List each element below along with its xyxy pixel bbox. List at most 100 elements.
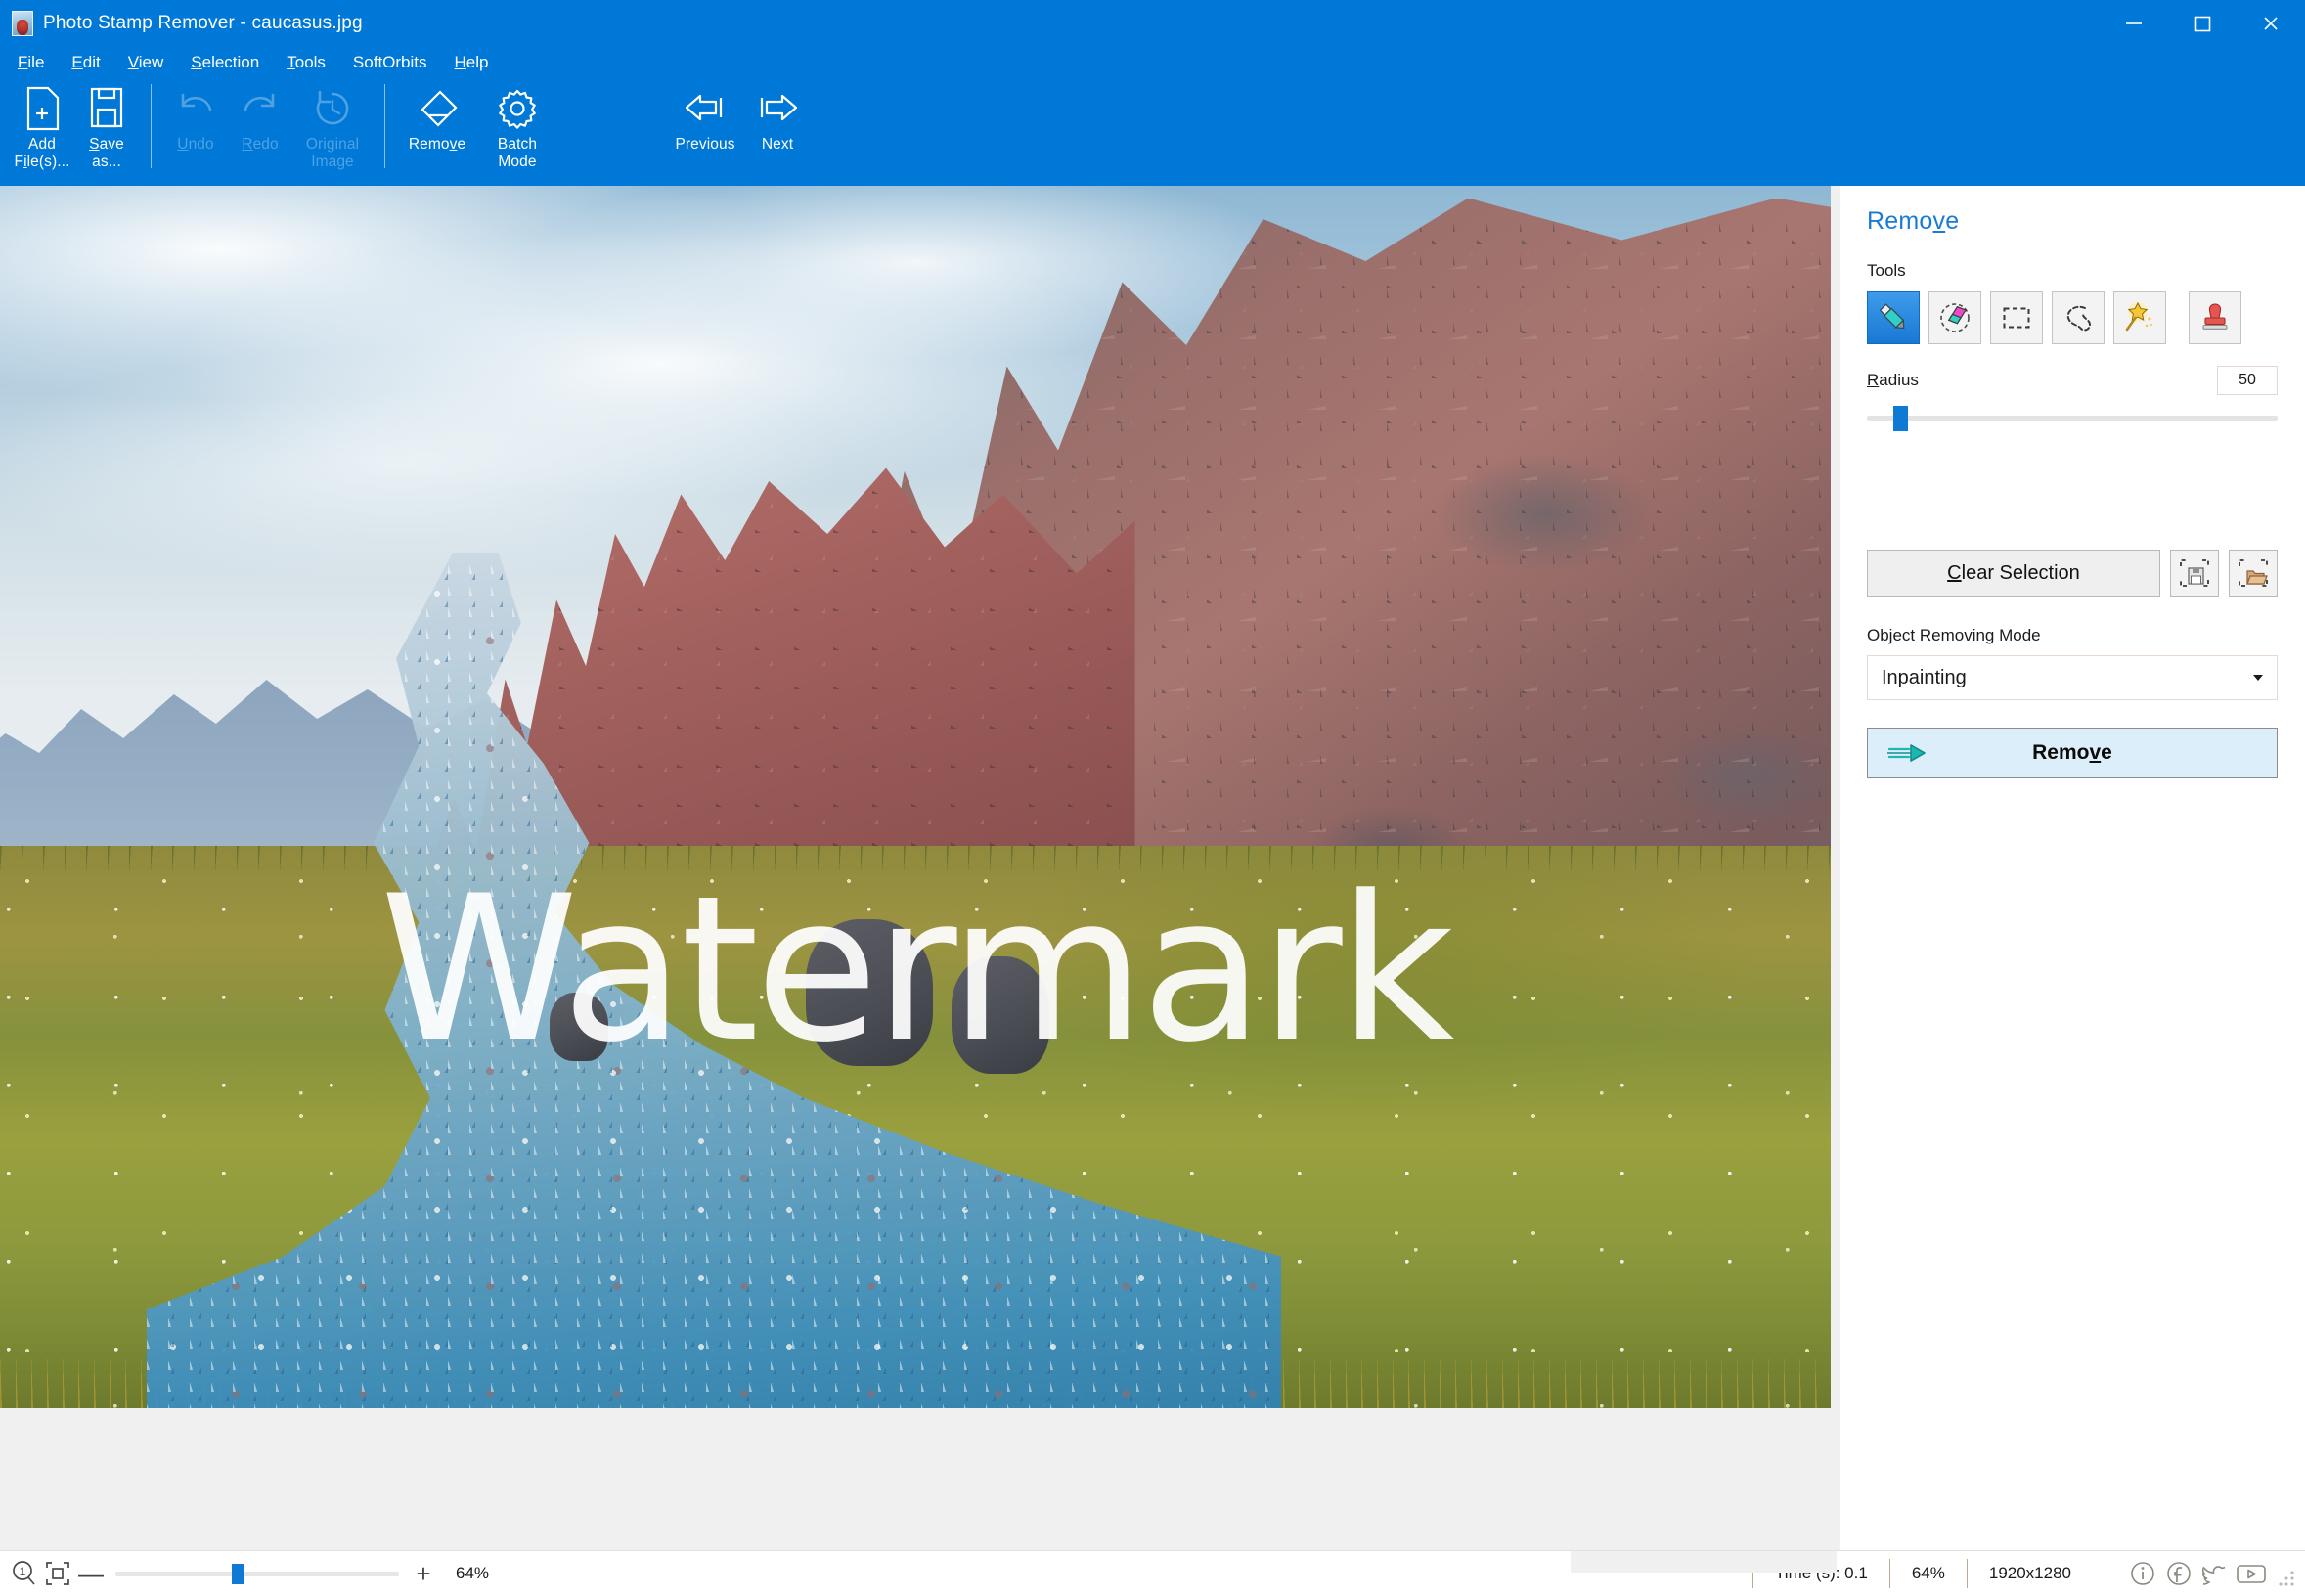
youtube-icon[interactable] (2235, 1557, 2268, 1590)
photo-preview[interactable]: Watermark (0, 186, 1831, 1408)
marker-icon (1879, 303, 1905, 330)
remove-toolbar-label: Remove (409, 136, 465, 153)
load-selection-icon (2239, 559, 2268, 587)
batch-mode-label-line2: Mode (498, 154, 537, 170)
eraser-icon (1940, 303, 1970, 332)
menu-tools-label: ools (294, 53, 326, 71)
zoom-slider-thumb[interactable] (231, 1564, 244, 1584)
menu-selection-label: election (201, 53, 260, 71)
batch-mode-button[interactable]: Batch Mode (477, 78, 557, 180)
undo-button[interactable]: Undo (163, 78, 228, 180)
add-files-label-line1: Add (28, 136, 56, 153)
menu-selection[interactable]: Selection (191, 53, 259, 72)
zoom-slider[interactable] (115, 1557, 399, 1590)
twitter-icon[interactable] (2198, 1557, 2232, 1590)
zoom-out-button[interactable]: — (74, 1557, 108, 1590)
zoom-controls: 1 — + 64% (0, 1557, 489, 1590)
radius-slider-thumb[interactable] (1893, 406, 1909, 431)
undo-label: Undo (177, 136, 213, 153)
redo-label: Redo (242, 136, 278, 153)
add-files-button[interactable]: Add File(s)... (10, 78, 74, 180)
menu-help[interactable]: Help (455, 53, 489, 72)
stamp-tool[interactable] (2189, 291, 2241, 344)
panel-title: Remove (1867, 207, 2278, 236)
save-selection-button[interactable] (2170, 550, 2219, 597)
minimize-button[interactable] (2100, 0, 2168, 47)
menu-softorbits[interactable]: SoftOrbits (353, 53, 427, 72)
history-clock-icon (310, 82, 355, 135)
svg-text:1: 1 (20, 1565, 26, 1578)
info-icon[interactable] (2126, 1557, 2159, 1590)
magic-wand-tool[interactable] (2113, 291, 2166, 344)
toolbar-separator-2 (384, 84, 385, 168)
main-body: Watermark Remove Tools Radius 50 C lear … (0, 186, 2305, 1550)
resize-grip[interactable] (2278, 1570, 2295, 1587)
object-removing-mode-value: Inpainting (1882, 666, 1967, 688)
undo-post: ndo (188, 136, 214, 153)
object-removing-mode-select[interactable]: Inpainting (1867, 655, 2278, 700)
panel-spacer (1867, 448, 2278, 550)
gear-icon (495, 82, 540, 135)
photo-icon (12, 11, 33, 36)
next-button[interactable]: Next (745, 78, 810, 180)
facebook-icon[interactable] (2162, 1557, 2195, 1590)
batch-mode-label-line1: Batch (497, 136, 538, 153)
save-as-label-line2: as... (92, 154, 121, 170)
rectangle-select-tool[interactable] (1990, 291, 2043, 344)
sa-acc: S (89, 136, 100, 153)
eraser-tool[interactable] (1928, 291, 1981, 344)
menu-tools[interactable]: Tools (287, 53, 326, 72)
menu-file-label: ile (27, 53, 45, 71)
image-canvas[interactable]: Watermark (0, 186, 1834, 1550)
menu-edit-label: dit (82, 53, 101, 71)
clear-acc: C (1947, 561, 1962, 584)
menu-edit[interactable]: Edit (71, 53, 100, 72)
zoom-1to1-icon[interactable]: 1 (8, 1557, 41, 1590)
original-image-button[interactable]: Original Image (292, 78, 373, 180)
rb-pre: Remo (2032, 741, 2090, 764)
panel-title-acc: v (1932, 207, 1946, 235)
radius-input[interactable]: 50 (2217, 366, 2278, 395)
stamp-icon (2202, 303, 2228, 330)
save-selection-icon (2180, 559, 2209, 587)
tools-row (1867, 291, 2278, 344)
status-bar-gray-block (1571, 1551, 1837, 1573)
remove-action-button[interactable]: Remove (1867, 728, 2278, 778)
redo-icon (238, 82, 283, 135)
original-image-label-line1: Original (305, 136, 360, 153)
rb-acc: v (2089, 741, 2102, 764)
title-bar: Photo Stamp Remover - caucasus.jpg (0, 0, 2305, 47)
menu-help-acc: H (454, 53, 466, 71)
redo-button[interactable]: Redo (228, 78, 292, 180)
fit-to-window-icon[interactable] (41, 1557, 74, 1590)
menu-file[interactable]: File (18, 53, 44, 72)
window-controls (2100, 0, 2305, 47)
zoom-in-button[interactable]: + (407, 1557, 440, 1590)
radius-slider[interactable] (1867, 405, 2278, 431)
zoom-percent-label: 64% (456, 1564, 490, 1582)
menu-view[interactable]: View (128, 53, 164, 72)
status-bar: 1 — + 64% Time (s): 0.1 64% 1920x1280 (0, 1550, 2305, 1596)
lasso-select-tool[interactable] (2052, 291, 2105, 344)
close-button[interactable] (2237, 0, 2305, 47)
save-as-button[interactable]: Save as... (74, 78, 139, 180)
menu-selection-acc: S (191, 53, 202, 71)
clear-post: lear Selection (1961, 561, 2080, 584)
marker-tool[interactable] (1867, 291, 1920, 344)
toolbar-separator-1 (151, 84, 152, 168)
clear-selection-button[interactable]: Clear Selection (1867, 550, 2160, 597)
remove-toolbar-button[interactable]: Remove (397, 78, 477, 180)
toolbar: Add File(s)... Save as... Undo Redo Orig… (0, 78, 2305, 186)
load-selection-button[interactable] (2229, 550, 2278, 597)
menu-bar: File Edit View Selection Tools SoftOrbit… (0, 47, 2305, 78)
redo-post: edo (252, 136, 279, 153)
panel-title-pre: Remo (1867, 207, 1933, 235)
save-icon (87, 82, 126, 135)
maximize-button[interactable] (2168, 0, 2237, 47)
previous-button[interactable]: Previous (665, 78, 745, 180)
lasso-selection-icon (2066, 305, 2092, 332)
rb-post: e (2101, 741, 2112, 764)
save-as-label-line1: Save (89, 136, 124, 153)
radius-slider-track (1867, 416, 2278, 421)
arrow-right-icon (753, 82, 802, 135)
